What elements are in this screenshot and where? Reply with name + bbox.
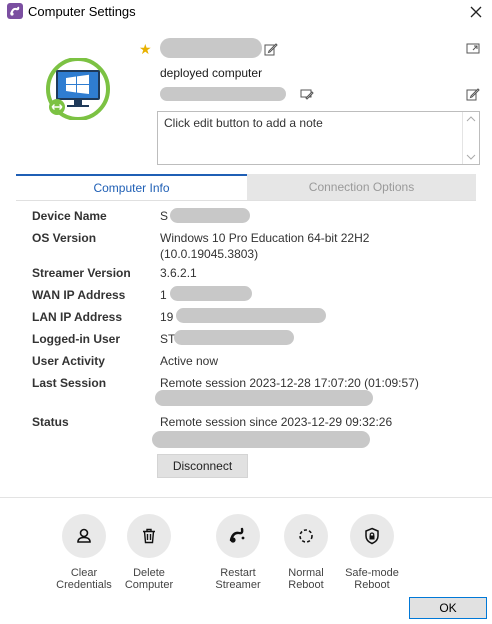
trash-icon — [127, 514, 171, 558]
restart-streamer-button[interactable]: Restart Streamer — [207, 514, 269, 591]
section-divider — [0, 497, 492, 498]
remote-connect-button[interactable] — [466, 42, 480, 61]
streamer-version-label: Streamer Version — [32, 266, 131, 280]
tab-bar: Computer Info Connection Options — [16, 174, 476, 202]
splashtop-icon — [216, 514, 260, 558]
status-label: Status — [32, 415, 69, 429]
normal-reboot-label: Normal Reboot — [288, 567, 324, 591]
wan-ip-label: WAN IP Address — [32, 288, 126, 302]
safe-mode-reboot-label: Safe-mode Reboot — [345, 567, 399, 591]
reboot-icon — [284, 514, 328, 558]
title-bar: Computer Settings — [0, 0, 492, 24]
logged-in-user-value: ST — [160, 332, 176, 346]
clear-credentials-button[interactable]: Clear Credentials — [53, 514, 115, 591]
screen-link-icon — [466, 43, 480, 54]
lan-ip-redacted — [176, 308, 326, 323]
delete-computer-button[interactable]: Delete Computer — [118, 514, 180, 591]
lan-ip-value: 19 — [160, 310, 174, 324]
os-version-value: Windows 10 Pro Education 64-bit 22H2 — [160, 231, 370, 245]
status-value: Remote session since 2023-12-29 09:32:26 — [160, 415, 393, 429]
disconnect-button[interactable]: Disconnect — [157, 454, 248, 478]
user-activity-value: Active now — [160, 354, 219, 368]
logged-in-user-label: Logged-in User — [32, 332, 121, 346]
normal-reboot-button[interactable]: Normal Reboot — [275, 514, 337, 591]
last-session-redacted — [155, 390, 373, 406]
edit-icon — [264, 43, 278, 56]
last-session-label: Last Session — [32, 376, 107, 390]
delete-computer-label: Delete Computer — [124, 567, 174, 591]
app-logo-icon — [7, 3, 23, 19]
clear-credentials-label: Clear Credentials — [56, 567, 112, 591]
close-icon — [470, 6, 482, 18]
device-name-label: Device Name — [32, 209, 107, 223]
edit-name-button[interactable] — [264, 42, 278, 61]
wan-ip-value: 1 — [160, 288, 167, 302]
edit-note-icon — [300, 89, 314, 100]
logged-in-user-redacted — [174, 330, 294, 345]
restart-streamer-label: Restart Streamer — [215, 567, 261, 591]
lan-ip-label: LAN IP Address — [32, 310, 123, 324]
window-title: Computer Settings — [28, 4, 136, 19]
computer-avatar — [46, 57, 110, 121]
edit-group-button[interactable] — [300, 87, 314, 106]
note-scrollbar[interactable] — [462, 112, 479, 164]
os-build-value: (10.0.19045.3803) — [160, 247, 259, 261]
tab-computer-info[interactable]: Computer Info — [16, 174, 247, 202]
status-redacted — [152, 431, 370, 448]
wan-ip-redacted — [170, 286, 252, 301]
close-button[interactable] — [466, 2, 486, 22]
user-icon — [62, 514, 106, 558]
os-version-label: OS Version — [32, 231, 97, 245]
group-redacted — [160, 87, 286, 101]
edit-note-button[interactable] — [466, 87, 480, 106]
safe-mode-reboot-button[interactable]: Safe-mode Reboot — [341, 514, 403, 591]
device-name-redacted — [170, 208, 250, 223]
streamer-version-value: 3.6.2.1 — [160, 266, 197, 280]
note-textarea[interactable]: Click edit button to add a note — [157, 111, 480, 165]
ok-button[interactable]: OK — [409, 597, 487, 619]
favorite-star-icon[interactable]: ★ — [139, 41, 152, 58]
tab-divider — [16, 200, 476, 201]
user-activity-label: User Activity — [32, 354, 105, 368]
device-name-value: S — [160, 209, 169, 223]
tab-connection-options[interactable]: Connection Options — [247, 174, 476, 201]
computer-description: deployed computer — [160, 66, 263, 80]
computer-name-redacted — [160, 38, 262, 58]
last-session-value: Remote session 2023-12-28 17:07:20 (01:0… — [160, 376, 419, 390]
note-placeholder: Click edit button to add a note — [164, 116, 323, 130]
edit-icon — [466, 88, 480, 101]
shield-lock-icon — [350, 514, 394, 558]
